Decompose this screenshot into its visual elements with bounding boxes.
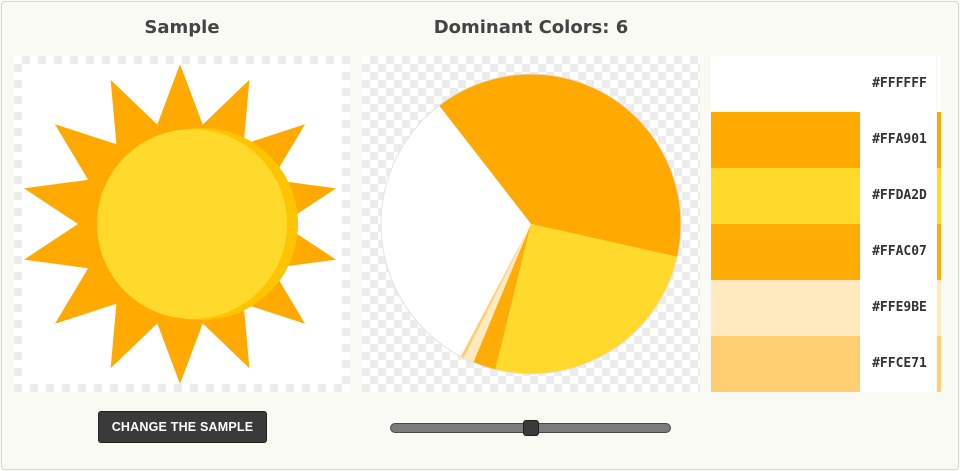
sun-icon xyxy=(24,64,336,384)
swatch-color-block xyxy=(711,224,860,280)
dominant-colors-pie-panel xyxy=(362,56,700,392)
swatch-color-block xyxy=(711,280,860,336)
swatch-hex-label[interactable]: #FFAC07 xyxy=(860,224,936,280)
swatch-row[interactable]: #FFDA2D xyxy=(711,168,941,224)
swatch-accent-bar xyxy=(937,168,941,224)
sample-heading: Sample xyxy=(144,17,220,38)
swatch-accent-bar xyxy=(937,112,941,168)
sample-image-area xyxy=(22,64,342,384)
swatch-accent-bar xyxy=(937,56,941,112)
swatch-accent-bar xyxy=(937,224,941,280)
swatch-row[interactable]: #FFAC07 xyxy=(711,224,941,280)
dominant-colors-pie xyxy=(380,73,682,375)
swatch-accent-bar xyxy=(937,336,941,392)
sample-image-panel xyxy=(14,56,350,392)
swatch-hex-label[interactable]: #FFA901 xyxy=(860,112,936,168)
swatch-hex-label[interactable]: #FFE9BE xyxy=(860,280,936,336)
swatch-color-block xyxy=(711,168,860,224)
color-swatch-list: #FFFFFF #FFA901 #FFDA2D #FFAC07 #FFE9BE … xyxy=(711,56,941,392)
swatch-row[interactable]: #FFA901 xyxy=(711,112,941,168)
change-sample-button[interactable]: CHANGE THE SAMPLE xyxy=(98,411,267,443)
swatch-hex-label[interactable]: #FFCE71 xyxy=(860,336,936,392)
slider-thumb[interactable] xyxy=(522,420,539,436)
swatch-hex-label[interactable]: #FFDA2D xyxy=(860,168,936,224)
swatch-accent-bar xyxy=(937,280,941,336)
swatch-row[interactable]: #FFCE71 xyxy=(711,336,941,392)
swatch-color-block xyxy=(711,112,860,168)
swatch-hex-label[interactable]: #FFFFFF xyxy=(860,56,936,112)
swatch-color-block xyxy=(711,56,860,112)
swatch-row[interactable]: #FFFFFF xyxy=(711,56,941,112)
swatch-color-block xyxy=(711,336,860,392)
swatch-row[interactable]: #FFE9BE xyxy=(711,280,941,336)
dominant-colors-heading: Dominant Colors: 6 xyxy=(433,17,629,38)
color-count-slider[interactable] xyxy=(390,420,671,438)
